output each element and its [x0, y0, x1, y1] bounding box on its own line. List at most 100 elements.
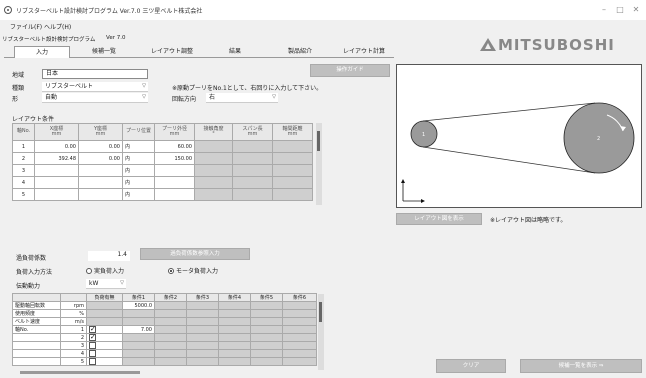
- shaft-no: 3: [12, 164, 35, 177]
- checkbox-icon[interactable]: [89, 358, 96, 365]
- actual-load-radio[interactable]: 実負荷入力: [86, 266, 124, 275]
- checkbox-checked-icon[interactable]: [89, 326, 96, 333]
- pulley-pos-cell[interactable]: 内: [122, 164, 155, 177]
- cond5-cell: [250, 341, 283, 350]
- layout-table-scrollbar[interactable]: [316, 123, 322, 205]
- angle-cell: [194, 176, 233, 189]
- cond4-cell: [218, 301, 251, 310]
- tab-result[interactable]: 結果: [210, 46, 260, 58]
- radio-icon: [86, 268, 92, 274]
- service-factor-label: 過負荷係数: [16, 255, 47, 262]
- load-flag-cell[interactable]: [86, 349, 123, 358]
- menu-file[interactable]: ファイル(F): [10, 22, 42, 31]
- rotation-select[interactable]: 右 ▽: [206, 93, 278, 103]
- y-cell[interactable]: 0.00: [78, 140, 123, 153]
- diameter-cell[interactable]: [154, 164, 195, 177]
- center-dist-cell: [272, 164, 313, 177]
- show-layout-button[interactable]: レイアウト図を表示: [396, 213, 482, 225]
- col-header: 負荷有無: [86, 293, 123, 302]
- cond1-cell: [122, 317, 155, 326]
- row-unit: 1: [60, 325, 87, 334]
- x-cell[interactable]: [34, 164, 79, 177]
- scrollbar-thumb[interactable]: [319, 302, 322, 322]
- x-cell[interactable]: [34, 188, 79, 201]
- diameter-cell[interactable]: 150.00: [154, 152, 195, 165]
- span-cell: [232, 164, 273, 177]
- col-header: 軸間距離 mm: [272, 123, 313, 141]
- x-cell[interactable]: [34, 176, 79, 189]
- cond1-cell: [122, 333, 155, 342]
- col-header: プーリ外径 mm: [154, 123, 195, 141]
- power-unit-select[interactable]: kW ▽: [86, 279, 126, 289]
- service-factor-field[interactable]: 1.4: [88, 251, 130, 261]
- mitsuboshi-logo: MITSUBOSHI: [480, 36, 615, 54]
- col-header: 軸No.: [12, 123, 35, 141]
- minimize-button[interactable]: –: [598, 4, 610, 16]
- menu-help[interactable]: ヘルプ(H): [44, 22, 71, 31]
- conditions-table-scrollbar[interactable]: [318, 294, 324, 370]
- motor-load-radio[interactable]: モータ負荷入力: [168, 266, 218, 275]
- x-cell[interactable]: 392.48: [34, 152, 79, 165]
- diameter-cell[interactable]: [154, 176, 195, 189]
- pulley-pos-cell[interactable]: 内: [122, 152, 155, 165]
- maximize-button[interactable]: □: [614, 4, 626, 16]
- y-cell[interactable]: [78, 176, 123, 189]
- checkbox-icon[interactable]: [89, 350, 96, 357]
- tab-layout-adjust[interactable]: レイアウト調整: [140, 46, 204, 58]
- cond1-cell: [122, 341, 155, 350]
- load-flag-cell: [86, 301, 123, 310]
- region-field[interactable]: 日本: [42, 69, 148, 79]
- y-cell[interactable]: 0.00: [78, 152, 123, 165]
- load-flag-cell[interactable]: [86, 357, 123, 366]
- service-factor-button[interactable]: 過負荷係数参照入力: [140, 248, 250, 260]
- col-header: スパン長 mm: [232, 123, 273, 141]
- table-row: 4 内: [12, 176, 313, 189]
- row-unit: 3: [60, 341, 87, 350]
- y-cell[interactable]: [78, 164, 123, 177]
- row-label: [12, 333, 61, 342]
- diameter-cell[interactable]: [154, 188, 195, 201]
- tab-products[interactable]: 製品紹介: [270, 46, 330, 58]
- type-select[interactable]: リブスターベルト ▽: [42, 82, 148, 92]
- cond5-cell: [250, 333, 283, 342]
- title-bar: リブスターベルト設計検討プログラム Ver.7.0 三ツ星ベルト株式会社 – □…: [0, 0, 646, 20]
- row-label: [12, 357, 61, 366]
- cond1-cell: [122, 349, 155, 358]
- logo-triangle-icon: [480, 38, 496, 51]
- tab-input[interactable]: 入力: [14, 46, 70, 58]
- actual-load-label: 実負荷入力: [94, 268, 125, 275]
- table-row: ベルト速度 m/s: [12, 317, 317, 326]
- checkbox-icon[interactable]: [89, 342, 96, 349]
- span-cell: [232, 188, 273, 201]
- checkbox-checked-icon[interactable]: [89, 334, 96, 341]
- load-flag-cell[interactable]: [86, 325, 123, 334]
- load-flag-cell[interactable]: [86, 341, 123, 350]
- load-flag-cell[interactable]: [86, 333, 123, 342]
- table-row: 5: [12, 357, 317, 366]
- pulley-pos-cell[interactable]: 内: [122, 140, 155, 153]
- guide-button[interactable]: 操作ガイド: [310, 64, 390, 77]
- table-header-row: 軸No. X座標 mm Y座標 mm プーリ位置 プーリ外径 mm 接触角度 °…: [12, 123, 313, 141]
- center-dist-cell: [272, 152, 313, 165]
- y-cell[interactable]: [78, 188, 123, 201]
- diameter-cell[interactable]: 60.00: [154, 140, 195, 153]
- tab-layout-calc[interactable]: レイアウト計算: [334, 46, 394, 58]
- scrollbar-thumb[interactable]: [317, 131, 320, 151]
- shape-select[interactable]: 自動 ▽: [42, 93, 148, 103]
- pulley-pos-cell[interactable]: 内: [122, 176, 155, 189]
- clear-button[interactable]: クリア: [436, 359, 506, 373]
- x-cell[interactable]: 0.00: [34, 140, 79, 153]
- cond3-cell: [186, 357, 219, 366]
- shaft-no: 5: [12, 188, 35, 201]
- close-button[interactable]: ✕: [630, 4, 642, 16]
- pulley-pos-cell[interactable]: 内: [122, 188, 155, 201]
- row-label: 使用頻度: [12, 309, 61, 318]
- power-label: 伝動動力: [16, 283, 41, 290]
- show-candidates-button[interactable]: 候補一覧を表示 ⇒: [520, 359, 642, 373]
- cond1-cell[interactable]: 5000.0: [122, 301, 155, 310]
- horizontal-scrollbar[interactable]: [20, 371, 140, 374]
- cond3-cell: [186, 317, 219, 326]
- tab-candidates[interactable]: 候補一覧: [76, 46, 132, 58]
- cond1-cell[interactable]: 7.00: [122, 325, 155, 334]
- row-unit: 5: [60, 357, 87, 366]
